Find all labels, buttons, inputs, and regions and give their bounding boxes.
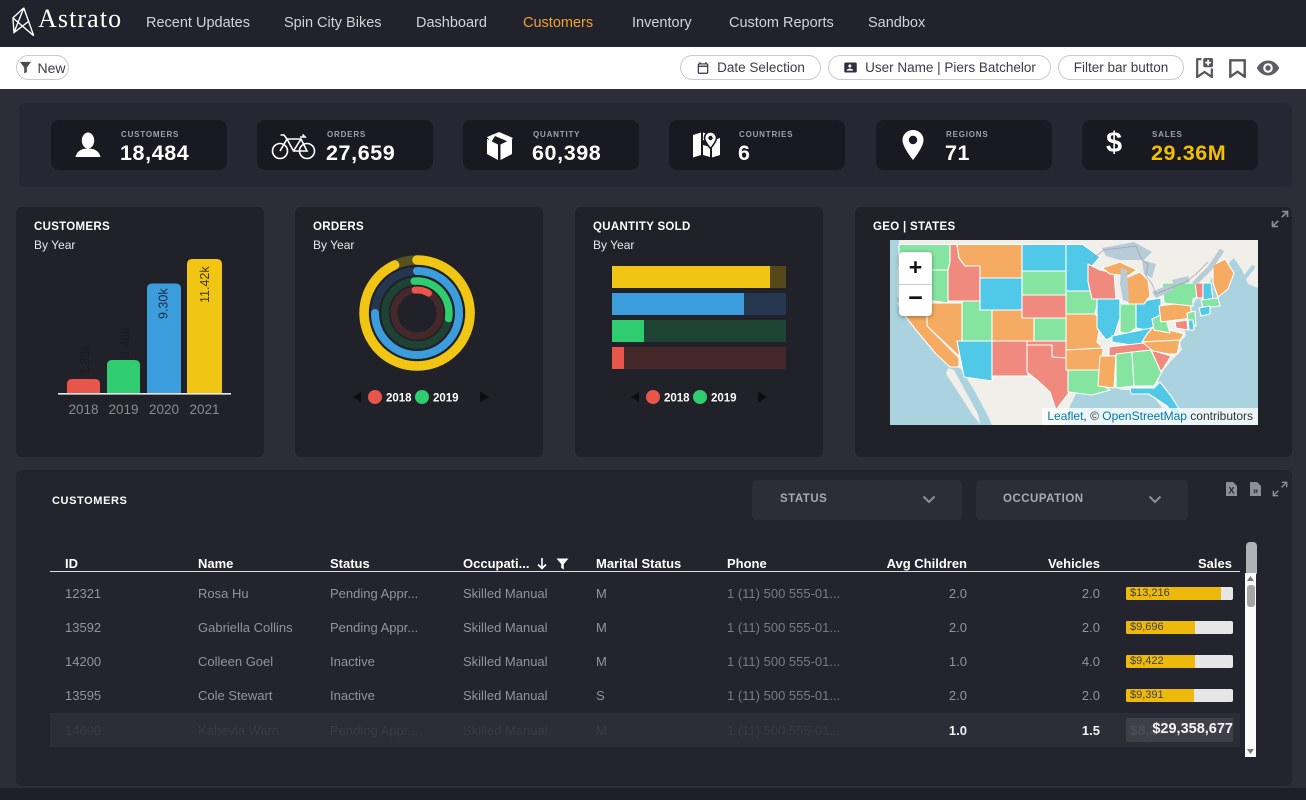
- svg-text:2018: 2018: [664, 393, 690, 405]
- svg-text:9.30k: 9.30k: [157, 288, 171, 319]
- svg-text:X: X: [1228, 486, 1234, 496]
- svg-text:3.46k: 3.46k: [118, 327, 132, 358]
- svg-text:2018: 2018: [386, 393, 412, 405]
- svg-text:11.42k: 11.42k: [198, 266, 212, 303]
- svg-text:2020: 2020: [149, 402, 179, 417]
- svg-text:2019: 2019: [433, 393, 459, 405]
- svg-text:1.88k: 1.88k: [78, 344, 92, 375]
- svg-text:»: »: [1253, 486, 1258, 496]
- svg-text:2021: 2021: [189, 402, 219, 417]
- svg-text:2019: 2019: [711, 393, 737, 405]
- svg-text:2019: 2019: [108, 402, 138, 417]
- svg-text:2018: 2018: [68, 402, 98, 417]
